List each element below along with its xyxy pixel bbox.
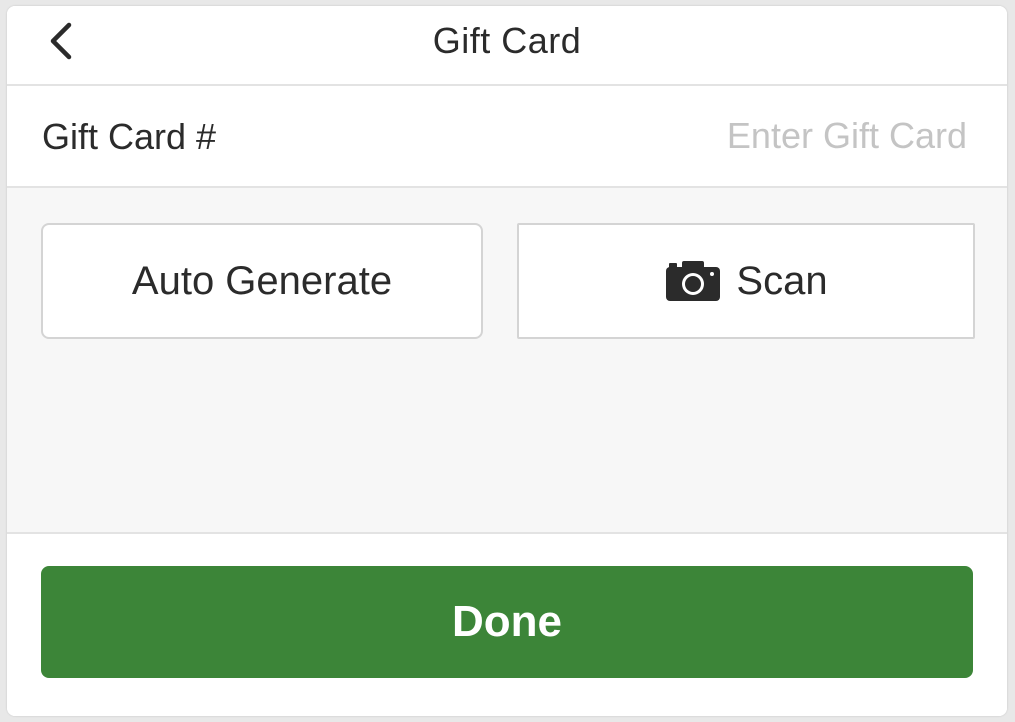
- footer: Done: [7, 534, 1007, 716]
- auto-generate-label: Auto Generate: [131, 258, 393, 303]
- done-button[interactable]: Done: [41, 566, 973, 678]
- gift-card-number-input[interactable]: [467, 108, 967, 164]
- page-title: Gift Card: [432, 20, 582, 61]
- scan-label: Scan: [736, 258, 828, 303]
- scan-button[interactable]: Scan: [517, 223, 975, 339]
- options-panel: Auto Generate Scan: [7, 188, 1007, 534]
- gift-card-screen: Gift Card Gift Card # Auto Generate Scan: [7, 6, 1007, 716]
- camera-icon: [664, 259, 722, 303]
- nav-header: Gift Card: [7, 6, 1007, 86]
- gift-card-number-label: Gift Card #: [42, 116, 217, 157]
- auto-generate-button[interactable]: Auto Generate: [41, 223, 483, 339]
- gift-card-number-row: Gift Card #: [7, 86, 1007, 188]
